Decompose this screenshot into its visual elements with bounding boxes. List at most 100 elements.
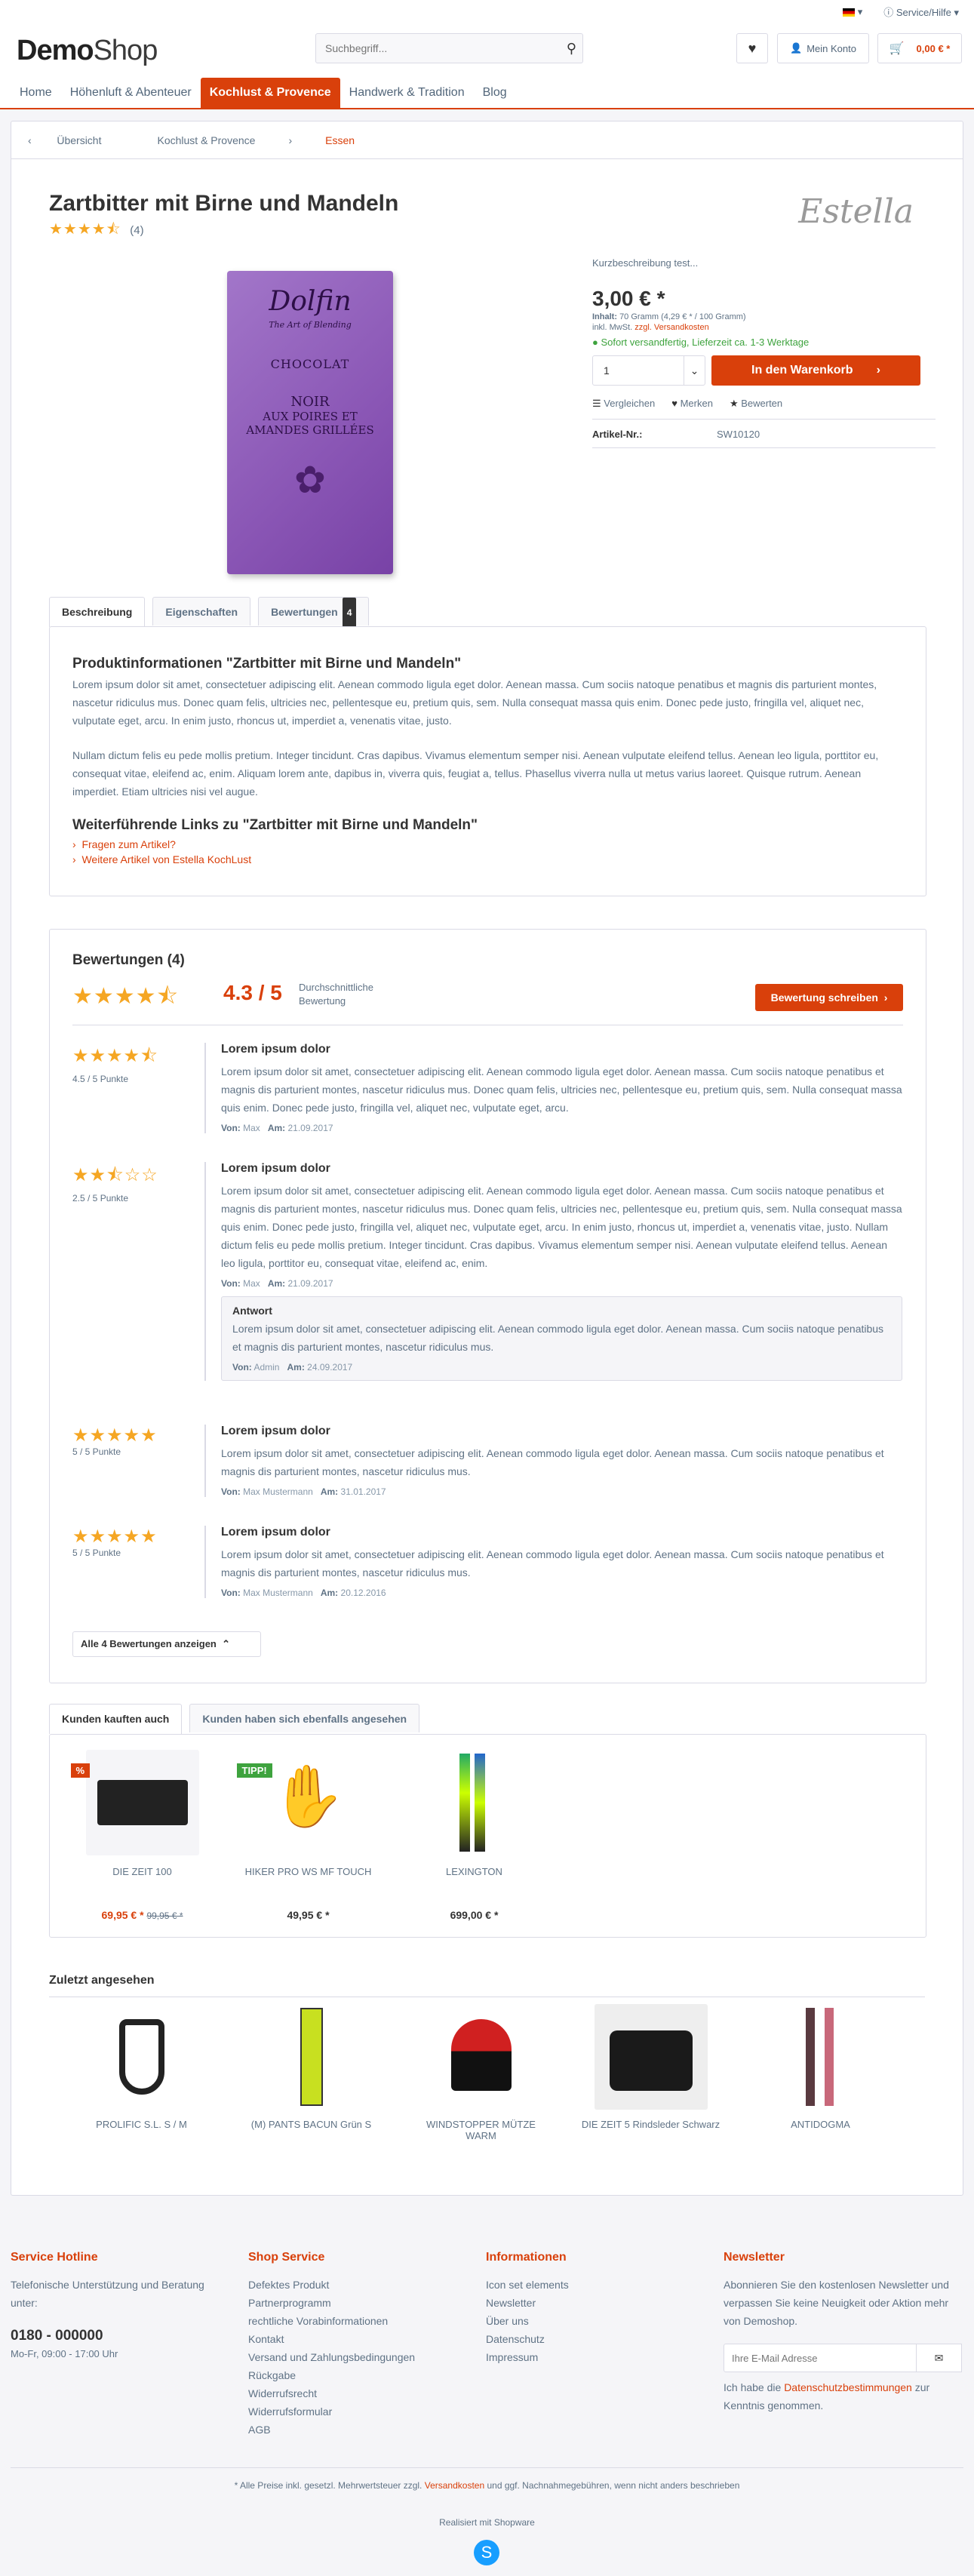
tab-description[interactable]: Beschreibung — [49, 597, 146, 627]
search-input[interactable] — [316, 34, 542, 63]
buy-box: Kurzbeschreibung test... 3,00 € * Inhalt… — [592, 257, 936, 448]
language-switcher[interactable]: ▾ — [843, 6, 862, 18]
last-seen-item[interactable]: (M) PANTS BACUN Grün S — [241, 2004, 381, 2130]
footer-hotline: Service Hotline Telefonische Unterstützu… — [11, 2251, 204, 2359]
add-to-cart-button[interactable]: In den Warenkorb › — [711, 355, 920, 386]
discount-badge: % — [70, 1763, 91, 1778]
shipping-costs-link[interactable]: Versandkosten — [425, 2480, 484, 2491]
product-box[interactable]: TIPP! ✋ HIKER PRO WS MF TOUCH 49,95 € * — [236, 1750, 378, 1921]
tab-ratings[interactable]: Bewertungen 4 — [258, 597, 370, 628]
footer-link[interactable]: Partnerprogramm — [248, 2294, 475, 2312]
last-seen-item[interactable]: WINDSTOPPER MÜTZE WARM — [411, 2004, 551, 2141]
nav-item-home[interactable]: Home — [11, 78, 61, 108]
remember-button[interactable]: ♥ Merken — [671, 398, 713, 410]
beanie-icon — [450, 2019, 512, 2091]
last-seen-item[interactable]: ANTIDOGMA — [751, 2004, 890, 2130]
footer-info: Informationen Icon set elements Newslett… — [486, 2249, 712, 2366]
footer-link[interactable]: Versand und Zahlungsbedingungen — [248, 2348, 475, 2366]
last-seen-item[interactable]: PROLIFIC S.L. S / M — [72, 2004, 211, 2130]
nav-item-kochlust[interactable]: Kochlust & Provence — [200, 78, 340, 108]
footer-link[interactable]: Kontakt — [248, 2330, 475, 2348]
breadcrumb-current[interactable]: Essen — [309, 134, 371, 146]
chevron-up-icon: ⌃ — [222, 1638, 231, 1649]
product-rating[interactable]: ★★★★⯪ (4) — [49, 218, 144, 244]
topbar: ▾ ⓘ Service/Hilfe ▾ — [843, 5, 959, 19]
last-seen-item[interactable]: DIE ZEIT 5 Rindsleder Schwarz — [581, 2004, 721, 2130]
footer-link[interactable]: Newsletter — [486, 2294, 712, 2312]
product-tabs: Beschreibung Eigenschaften Bewertungen 4 — [49, 597, 370, 628]
supplier-logo[interactable]: Estella — [798, 192, 914, 231]
user-icon: 👤 — [790, 42, 803, 54]
service-menu[interactable]: ⓘ Service/Hilfe ▾ — [883, 5, 959, 19]
product-thumbnail — [254, 2004, 368, 2110]
ratings-count-badge: 4 — [342, 598, 357, 628]
search-icon[interactable]: ⚲ — [567, 41, 576, 57]
product-price: 3,00 € * — [592, 287, 665, 310]
chevron-right-icon: › — [288, 134, 293, 146]
product-thumbnail — [594, 2004, 708, 2110]
quantity-select[interactable]: 1 ⌄ — [592, 355, 705, 386]
nav-item-hoehenluft[interactable]: Höhenluft & Abenteuer — [61, 78, 201, 108]
shop-logo[interactable]: DemoShop — [17, 35, 158, 67]
footer-link[interactable]: Icon set elements — [486, 2276, 712, 2294]
product-detail-content: ‹ Übersicht Kochlust & Provence › Essen … — [11, 121, 963, 2196]
product-thumbnail: TIPP! ✋ — [236, 1750, 365, 1855]
product-thumbnail: % — [70, 1750, 199, 1855]
ski-icon — [459, 1754, 470, 1852]
footer-link[interactable]: Widerrufsformular — [248, 2402, 475, 2421]
wishlist-button[interactable]: ♥ — [736, 33, 768, 63]
review-answer: Antwort Lorem ipsum dolor sit amet, cons… — [221, 1296, 902, 1381]
cart-button[interactable]: 🛒 0,00 € * — [877, 33, 962, 63]
show-all-reviews-button[interactable]: Alle 4 Bewertungen anzeigen ⌃ — [72, 1631, 261, 1657]
product-thumbnail — [764, 2004, 877, 2110]
crossselling-tabs: Kunden kauften auch Kunden haben sich eb… — [49, 1704, 420, 1734]
footer-link[interactable]: AGB — [248, 2421, 475, 2439]
product-box[interactable]: LEXINGTON 699,00 € * — [404, 1750, 544, 1921]
ski-icon — [824, 2008, 834, 2106]
average-rating: 4.3 / 5 — [223, 981, 282, 1004]
privacy-link[interactable]: Datenschutzbestimmungen — [784, 2381, 912, 2393]
nav-item-handwerk[interactable]: Handwerk & Tradition — [340, 78, 474, 108]
footer-link[interactable]: Impressum — [486, 2348, 712, 2366]
average-stars-icon: ★★★★⯪ — [72, 984, 179, 1009]
ratings-panel: Bewertungen (4) ★★★★⯪ 4.3 / 5 Durchschni… — [49, 929, 926, 1683]
delivery-info: ● Sofort versandfertig, Lieferzeit ca. 1… — [592, 337, 810, 348]
wallet-icon — [97, 1780, 188, 1825]
compare-button[interactable]: ☰ Vergleichen — [592, 398, 655, 410]
heart-icon: ♥ — [748, 40, 757, 56]
decorative-figure-icon: ✿ — [294, 459, 326, 501]
shipping-cost-link[interactable]: zzgl. Versandkosten — [634, 323, 708, 332]
write-review-button[interactable]: Bewertung schreiben › — [755, 984, 903, 1011]
footer-newsletter: Newsletter Abonnieren Sie den kostenlose… — [724, 2249, 963, 2415]
bag-icon — [609, 2030, 693, 2091]
rate-button[interactable]: ★ Bewerten — [730, 398, 782, 410]
gloves-icon: ✋ — [270, 1763, 346, 1830]
product-image[interactable]: Dolfin The Art of Blending CHOCOLAT NOIR… — [227, 271, 393, 574]
breadcrumb-category[interactable]: Kochlust & Provence — [134, 134, 272, 146]
tab-also-viewed[interactable]: Kunden haben sich ebenfalls angesehen — [189, 1704, 420, 1732]
footer-link[interactable]: rechtliche Vorabinformationen — [248, 2312, 475, 2330]
newsletter-email-input[interactable] — [724, 2344, 917, 2372]
breadcrumb-back[interactable]: ‹ Übersicht — [11, 134, 134, 146]
footer-link[interactable]: Datenschutz — [486, 2330, 712, 2348]
link-questions[interactable]: › Fragen zum Artikel? — [72, 838, 903, 850]
footer-link[interactable]: Defektes Produkt — [248, 2276, 475, 2294]
tab-properties[interactable]: Eigenschaften — [152, 597, 251, 626]
account-button[interactable]: 👤 Mein Konto — [777, 33, 869, 63]
review-stars-icon: ★★★★⯪ — [72, 1046, 158, 1066]
newsletter-submit-button[interactable]: ✉ — [917, 2344, 962, 2372]
nav-item-blog[interactable]: Blog — [474, 78, 516, 108]
tab-also-bought[interactable]: Kunden kauften auch — [49, 1704, 183, 1734]
footer-link[interactable]: Widerrufsrecht — [248, 2384, 475, 2402]
review-stars-icon: ★★★★★ — [72, 1526, 158, 1547]
crossselling-panel: % DIE ZEIT 100 69,95 € * 99,95 € * TIPP!… — [49, 1734, 926, 1938]
footer-link[interactable]: Rückgabe — [248, 2366, 475, 2384]
shopware-logo-icon[interactable]: S — [474, 2540, 499, 2565]
rating-stars-icon: ★★★★⯪ — [49, 221, 121, 238]
german-flag-icon — [843, 8, 856, 17]
heart-icon: ♥ — [671, 398, 677, 409]
footer-link[interactable]: Über uns — [486, 2312, 712, 2330]
sku-value: SW10120 — [717, 429, 760, 440]
link-supplier-articles[interactable]: › Weitere Artikel von Estella KochLust — [72, 853, 903, 865]
product-box[interactable]: % DIE ZEIT 100 69,95 € * 99,95 € * — [70, 1750, 212, 1921]
